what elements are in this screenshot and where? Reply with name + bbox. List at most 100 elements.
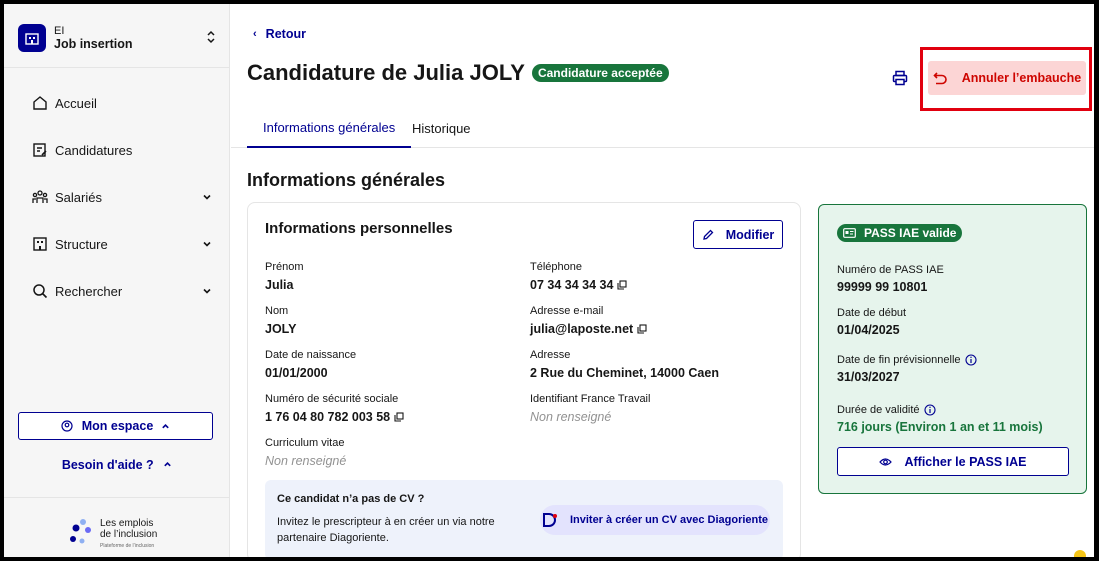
field-label: Adresse e-mail [530,305,604,317]
brand-logo[interactable]: Les emplois de l’inclusion Plateforme de… [68,518,157,552]
edit-list-icon [32,142,48,158]
tab-informations-generales[interactable]: Informations générales [247,108,412,148]
building-icon [32,236,48,252]
brand-line-1: Les emplois [100,518,154,529]
copy-icon[interactable] [637,324,647,334]
mon-espace-label: Mon espace [81,419,154,433]
sidebar: EI Job insertion Accueil Candidatures Sa… [4,4,230,557]
sidebar-item-structure[interactable]: Structure [32,232,212,256]
sidebar-item-label: Accueil [55,95,97,111]
field-value: Julia [265,278,294,292]
sidebar-item-accueil[interactable]: Accueil [32,91,212,115]
sidebar-item-rechercher[interactable]: Rechercher [32,279,212,303]
field-value: 01/04/2025 [837,323,900,337]
field-value: 31/03/2027 [837,370,900,384]
chevron-left-icon: ‹ [253,28,257,40]
id-card-icon [843,228,860,238]
field-value: 716 jours (Environ 1 an et 11 mois) [837,420,1043,434]
show-pass-iae-button[interactable]: Afficher le PASS IAE [837,447,1069,476]
field-curriculum-vitae: Curriculum vitae Non renseigné [265,437,505,468]
chevron-up-down-icon [206,30,216,49]
eye-icon [879,457,898,467]
section-title: Informations générales [247,170,446,190]
divider [4,67,230,68]
info-icon[interactable] [964,354,977,366]
field-value: 07 34 34 34 34 [530,278,614,292]
user-circle-icon [61,420,73,432]
tab-historique[interactable]: Historique [397,108,486,148]
organization-name: Job insertion [54,37,133,51]
page-title-text: Candidature de Julia JOLY [247,60,525,85]
mon-espace-button[interactable]: Mon espace [18,412,213,440]
brand-subtitle: Plateforme de l’inclusion [100,543,155,549]
field-value: Non renseigné [530,410,612,424]
help-widget-icon[interactable] [1074,550,1086,557]
field-value: 99999 99 10801 [837,280,928,294]
cancel-hiring-button[interactable]: Annuler l’embauche [928,61,1086,95]
field-date-naissance: Date de naissance 01/01/2000 [265,349,505,380]
field-label: Date de début [837,307,907,319]
sidebar-item-label: Salariés [55,189,102,205]
help-button[interactable]: Besoin d'aide ? [4,458,230,472]
field-label: Date de naissance [265,349,357,361]
copy-icon[interactable] [617,280,627,290]
info-icon[interactable] [924,404,936,416]
undo-icon [933,71,955,85]
field-label: Curriculum vitae [265,437,345,449]
field-label: Numéro de sécurité sociale [265,393,399,405]
copy-icon[interactable] [394,412,404,422]
no-cv-text: Invitez le prescripteur à en créer un vi… [277,516,495,544]
show-pass-iae-label: Afficher le PASS IAE [904,454,1027,469]
home-icon [32,95,48,111]
sidebar-item-candidatures[interactable]: Candidatures [32,138,212,162]
page-title: Candidature de Julia JOLY Candidature ac… [247,60,669,86]
field-telephone: Téléphone 07 34 34 34 34 [530,261,770,292]
field-email: Adresse e-mail julia@laposte.net [530,305,770,336]
pass-date-fin: Date de fin prévisionnelle 31/03/2027 [837,354,977,384]
pass-duree: Durée de validité 716 jours (Environ 1 a… [837,404,1043,434]
field-label: Adresse [530,349,571,361]
print-icon[interactable] [892,70,908,91]
field-value: Non renseigné [265,454,347,468]
sidebar-item-label: Candidatures [55,142,133,158]
field-value: 1 76 04 80 782 003 58 [265,410,391,424]
edit-label: Modifier [725,227,775,242]
invite-diagoriente-button[interactable]: Inviter à créer un CV avec Diagoriente [540,505,770,535]
organization-logo-icon [18,24,46,52]
field-label: Téléphone [530,261,582,273]
back-label: Retour [265,27,306,41]
field-label: Durée de validité [837,404,920,416]
edit-button[interactable]: Modifier [693,220,783,249]
organization-switcher[interactable]: EI Job insertion [18,18,218,58]
field-value: 01/01/2000 [265,366,328,380]
pass-date-debut: Date de début 01/04/2025 [837,307,906,337]
field-value: julia@laposte.net [530,322,634,336]
help-label: Besoin d'aide ? [61,458,154,472]
inclusion-logo-icon [68,518,94,551]
pass-status-badge: PASS IAE valide [837,224,963,242]
pencil-icon [702,229,720,241]
sidebar-item-salaries[interactable]: Salariés [32,185,212,209]
field-value: JOLY [265,322,297,336]
pass-numero: Numéro de PASS IAE 99999 99 10801 [837,264,944,294]
app-window: EI Job insertion Accueil Candidatures Sa… [4,4,1094,557]
tab-label: Informations générales [263,119,396,135]
sidebar-item-label: Rechercher [55,283,123,299]
personal-info-card: Informations personnelles Modifier Préno… [247,202,801,557]
field-label: Identifiant France Travail [530,393,651,405]
tab-label: Historique [412,120,471,136]
search-icon [32,283,48,299]
field-label: Nom [265,305,289,317]
field-france-travail: Identifiant France Travail Non renseigné [530,393,770,424]
back-link[interactable]: ‹ Retour [253,27,306,41]
pass-iae-card: PASS IAE valide Numéro de PASS IAE 99999… [818,204,1087,494]
field-adresse: Adresse 2 Rue du Cheminet, 14000 Caen [530,349,770,380]
field-value: 2 Rue du Cheminet, 14000 Caen [530,366,719,380]
chevron-down-icon [202,190,212,205]
no-cv-title: Ce candidat n’a pas de CV ? [277,493,425,505]
field-label: Numéro de PASS IAE [837,264,944,276]
field-securite-sociale: Numéro de sécurité sociale 1 76 04 80 78… [265,393,505,424]
card-title: Informations personnelles [265,220,453,237]
sidebar-item-label: Structure [55,236,108,252]
chevron-down-icon [202,237,212,252]
